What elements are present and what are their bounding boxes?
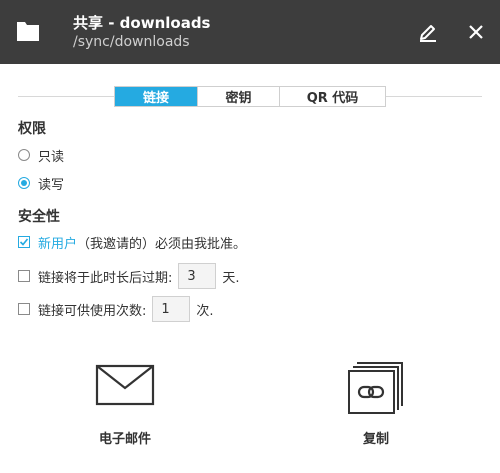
expire-days-input[interactable] xyxy=(178,263,217,289)
read-only-radio[interactable] xyxy=(18,149,30,161)
expire-option[interactable]: 链接将于此时长后过期: 天. xyxy=(18,263,240,289)
read-write-label: 读写 xyxy=(38,177,65,193)
dialog-header: 共享 - downloads /sync/downloads xyxy=(0,0,500,64)
dialog-subtitle: /sync/downloads xyxy=(73,34,190,50)
expire-label: 链接将于此时长后过期: xyxy=(38,270,173,286)
checkmark-icon xyxy=(19,238,29,246)
uses-option[interactable]: 链接可供使用次数: 次. xyxy=(18,296,214,322)
read-only-label: 只读 xyxy=(38,149,65,165)
permissions-title: 权限 xyxy=(18,121,46,137)
approval-label: （我邀请的）必须由我批准。 xyxy=(77,236,247,252)
tab-key[interactable]: 密钥 xyxy=(197,87,279,106)
security-title: 安全性 xyxy=(18,209,60,225)
tab-qr-code[interactable]: QR 代码 xyxy=(279,87,385,106)
approval-checkbox[interactable] xyxy=(18,236,30,248)
expire-unit: 天. xyxy=(222,270,240,286)
tab-bar: 链接 密钥 QR 代码 xyxy=(114,86,386,107)
expire-checkbox[interactable] xyxy=(18,270,30,282)
folder-icon xyxy=(17,22,39,41)
permission-read-write[interactable]: 读写 xyxy=(18,174,65,193)
tab-link[interactable]: 链接 xyxy=(115,87,197,106)
envelope-icon xyxy=(95,364,155,406)
uses-unit: 次. xyxy=(196,303,214,319)
dialog-title: 共享 - downloads xyxy=(73,14,211,32)
email-button[interactable]: 电子邮件 xyxy=(65,362,185,447)
approval-option[interactable]: 新用户 （我邀请的）必须由我批准。 xyxy=(18,233,247,252)
uses-label: 链接可供使用次数: xyxy=(38,303,147,319)
uses-checkbox[interactable] xyxy=(18,303,30,315)
read-write-radio[interactable] xyxy=(18,177,30,189)
copy-link-icon xyxy=(348,362,403,414)
copy-label: 复制 xyxy=(362,432,389,447)
close-icon[interactable] xyxy=(464,20,488,44)
copy-button[interactable]: 复制 xyxy=(316,362,436,447)
new-user-label: 新用户 xyxy=(38,236,78,252)
permission-read-only[interactable]: 只读 xyxy=(18,146,65,165)
uses-count-input[interactable] xyxy=(152,296,191,322)
pencil-icon[interactable] xyxy=(416,20,440,44)
email-label: 电子邮件 xyxy=(98,432,151,447)
